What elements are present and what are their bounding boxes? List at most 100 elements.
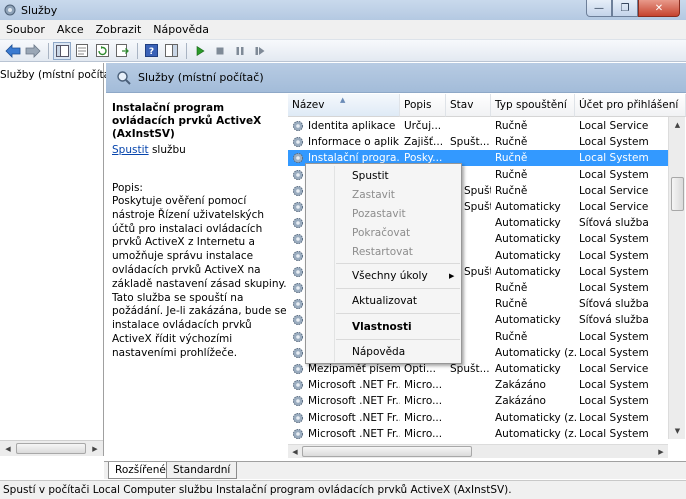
scroll-right-icon[interactable]: ▶ xyxy=(654,445,668,458)
cell-account: Local Service xyxy=(579,363,649,375)
scroll-down-icon[interactable]: ▼ xyxy=(669,423,686,439)
context-menu-start[interactable]: Spustit xyxy=(352,167,389,185)
restart-service-icon[interactable] xyxy=(251,42,269,60)
table-row[interactable]: Microsoft .NET Fr... Micro... Zakázáno Loca… xyxy=(288,393,670,409)
column-header-status[interactable]: Stav xyxy=(446,94,491,117)
cell-status: Spušt... xyxy=(450,136,490,149)
table-horizontal-scrollbar[interactable]: ◀ ▶ xyxy=(288,444,668,458)
cell-name: Microsoft .NET Fr... xyxy=(308,395,400,408)
svg-text:?: ? xyxy=(148,47,153,57)
cell-account: Local Service xyxy=(579,184,649,197)
column-header-logon-account[interactable]: Účet pro přihlášení xyxy=(575,94,686,117)
status-fragment: Spušt... xyxy=(464,201,491,213)
table-row[interactable]: Informace o aplik... Zajišť... Spušt... Ruč… xyxy=(288,134,670,150)
tab-standard[interactable]: Standardní xyxy=(166,462,238,479)
start-service-suffix: službu xyxy=(148,144,186,156)
table-row[interactable]: Identita aplikace Určuj... Ručně Local Serv… xyxy=(288,118,670,134)
cell-startup: Automaticky xyxy=(495,314,561,327)
scroll-up-icon[interactable]: ▲ xyxy=(669,117,686,133)
status-fragment: Spušt... xyxy=(464,184,491,197)
service-gear-icon xyxy=(292,331,304,342)
start-service-icon[interactable] xyxy=(191,42,209,60)
console-tree-icon[interactable] xyxy=(53,41,71,60)
view-tabs: Rozšířené Standardní xyxy=(104,461,686,479)
description-text: Poskytuje ověření pomocí nástroje Řízení… xyxy=(112,195,287,359)
column-header-description[interactable]: Popis xyxy=(400,94,446,117)
cell-account: Local System xyxy=(579,282,649,294)
selected-service-title: Instalační program ovládacích prvků Acti… xyxy=(112,102,262,140)
column-header-status-label: Stav xyxy=(450,99,474,111)
service-gear-icon xyxy=(292,315,304,326)
description-label: Popis: xyxy=(112,182,143,194)
service-gear-icon xyxy=(292,234,304,245)
menu-action[interactable]: Akce xyxy=(51,23,90,36)
pause-service-icon[interactable] xyxy=(231,42,249,60)
cell-startup: Ručně xyxy=(495,120,528,132)
help-icon[interactable]: ? xyxy=(142,42,160,60)
title-bar: Služby — ❐ ✕ xyxy=(0,0,686,20)
context-menu-gutter xyxy=(334,166,335,362)
scroll-left-icon[interactable]: ◀ xyxy=(1,442,15,456)
window-title: Služby xyxy=(21,3,58,17)
table-horizontal-scroll-thumb[interactable] xyxy=(302,446,472,457)
context-menu-help[interactable]: Nápověda xyxy=(352,343,405,361)
status-fragment: Spušt... xyxy=(464,265,491,278)
table-row[interactable]: Microsoft .NET Fr... Micro... Zakázáno Loca… xyxy=(288,377,670,393)
cell-startup: Ručně xyxy=(495,152,528,165)
cell-desc: Micro... xyxy=(404,427,443,440)
tree-horizontal-scrollbar[interactable]: ◀ ▶ xyxy=(0,440,103,456)
minimize-button[interactable]: — xyxy=(586,0,612,17)
cell-name: Identita aplikace xyxy=(308,120,396,132)
tab-extended[interactable]: Rozšířené xyxy=(108,462,173,479)
search-magnifier-icon xyxy=(117,70,131,85)
cell-name: Microsoft .NET Fr... xyxy=(308,379,400,392)
start-service-link[interactable]: Spustit xyxy=(112,144,149,156)
maximize-button[interactable]: ❐ xyxy=(612,0,638,17)
tree-scroll-thumb[interactable] xyxy=(16,443,86,454)
context-menu-all-tasks[interactable]: Všechny úkoly xyxy=(352,267,428,285)
column-header-name-label: Název xyxy=(292,99,325,111)
forward-arrow-icon[interactable] xyxy=(24,42,42,60)
service-gear-icon xyxy=(292,266,304,277)
service-gear-icon xyxy=(292,120,304,132)
service-gear-icon xyxy=(292,412,304,423)
context-menu-separator xyxy=(336,263,460,264)
menu-view[interactable]: Zobrazit xyxy=(90,23,148,36)
back-arrow-icon[interactable] xyxy=(4,42,22,60)
context-menu-resume: Pokračovat xyxy=(352,227,411,239)
cell-startup: Automaticky (z... xyxy=(495,346,577,359)
stop-service-icon[interactable] xyxy=(211,42,229,60)
cell-account: Local System xyxy=(579,395,649,408)
table-vertical-scroll-thumb[interactable] xyxy=(671,177,684,211)
service-gear-icon xyxy=(292,201,304,213)
refresh-icon[interactable] xyxy=(93,42,111,60)
table-vertical-scrollbar[interactable]: ▲ ▼ xyxy=(668,117,685,439)
tree-item-services-local[interactable]: Služby (místní počítač) xyxy=(0,69,120,81)
close-button[interactable]: ✕ xyxy=(638,0,680,17)
submenu-arrow-icon: ▶ xyxy=(449,272,455,280)
menu-file[interactable]: Soubor xyxy=(0,23,51,36)
show-hide-action-pane-icon[interactable] xyxy=(162,42,180,60)
context-menu-properties[interactable]: Vlastnosti xyxy=(352,318,412,336)
table-row[interactable]: Microsoft .NET Fr... Micro... Automaticky … xyxy=(288,426,670,442)
cell-desc: Micro... xyxy=(404,395,443,408)
service-gear-icon xyxy=(292,282,304,294)
service-gear-icon xyxy=(292,218,304,229)
cell-startup: Ručně xyxy=(495,330,528,343)
export-list-icon[interactable] xyxy=(113,42,131,60)
context-menu-stop: Zastavit xyxy=(352,189,395,201)
context-menu-refresh[interactable]: Aktualizovat xyxy=(352,292,417,310)
properties-sheet-icon[interactable] xyxy=(73,42,91,60)
cell-account: Local System xyxy=(579,330,649,343)
menu-help[interactable]: Nápověda xyxy=(147,23,215,36)
scroll-right-icon[interactable]: ▶ xyxy=(88,442,102,456)
table-row[interactable]: Microsoft .NET Fr... Micro... Automaticky … xyxy=(288,410,670,426)
service-gear-icon xyxy=(292,153,304,164)
cell-account: Local System xyxy=(579,233,649,246)
column-header-startup-type[interactable]: Typ spouštění xyxy=(491,94,575,117)
status-text: Spustí v počítači Local Computer službu … xyxy=(3,484,512,496)
column-header-name[interactable]: Název ▲ xyxy=(288,94,400,117)
context-menu-restart: Restartovat xyxy=(352,246,413,258)
context-menu-pause: Pozastavit xyxy=(352,208,406,220)
scroll-left-icon[interactable]: ◀ xyxy=(288,445,302,458)
